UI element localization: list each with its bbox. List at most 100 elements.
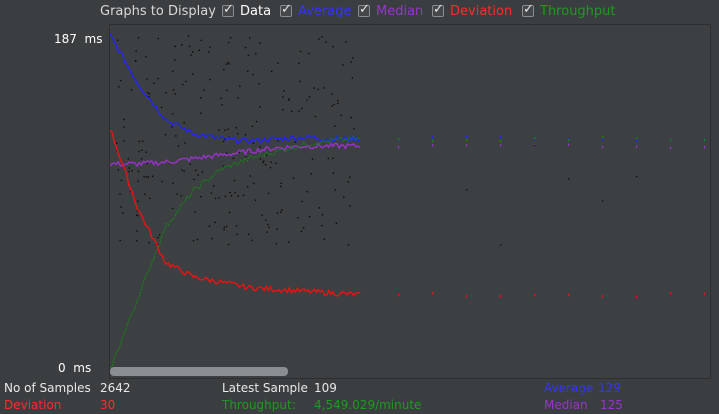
median-continuation-mark bbox=[568, 143, 570, 146]
data-point bbox=[318, 38, 320, 40]
checkbox-deviation[interactable]: Deviation bbox=[432, 2, 513, 19]
data-point bbox=[270, 161, 272, 163]
data-point bbox=[120, 79, 122, 82]
data-point bbox=[299, 50, 302, 53]
data-point bbox=[226, 89, 228, 92]
average-checkbox-box[interactable] bbox=[280, 2, 292, 17]
data-point bbox=[134, 59, 137, 62]
data-point bbox=[181, 169, 183, 171]
data-point bbox=[277, 62, 279, 64]
data-point bbox=[148, 241, 150, 244]
data-point bbox=[137, 170, 140, 173]
data-point bbox=[227, 61, 229, 64]
data-point bbox=[174, 45, 177, 48]
data-point bbox=[233, 179, 236, 182]
data-point bbox=[189, 163, 191, 165]
y-axis-min-label: 0 ms bbox=[58, 361, 91, 375]
data-point bbox=[235, 127, 238, 129]
data-point bbox=[192, 73, 194, 75]
data-point bbox=[164, 134, 167, 136]
samples-value: 2642 bbox=[100, 381, 131, 395]
data-point bbox=[252, 73, 254, 76]
data-point bbox=[157, 236, 159, 239]
data-point bbox=[345, 41, 347, 43]
latest-sample-value: 109 bbox=[314, 381, 337, 395]
data-point bbox=[259, 146, 261, 148]
throughput-colon: : bbox=[292, 398, 297, 412]
data-point bbox=[148, 92, 151, 95]
data-point bbox=[254, 199, 257, 201]
data-point bbox=[227, 243, 230, 246]
data-point bbox=[335, 222, 338, 224]
data-point bbox=[193, 178, 195, 180]
data-point bbox=[153, 82, 155, 84]
data-point bbox=[201, 171, 204, 173]
average-continuation-mark bbox=[500, 136, 502, 139]
throughput-continuation-mark bbox=[704, 138, 706, 142]
deviation-continuation-mark bbox=[602, 294, 604, 298]
median-continuation-mark bbox=[432, 143, 434, 147]
data-point bbox=[277, 140, 279, 142]
data-point bbox=[237, 97, 239, 99]
horizontal-scrollbar-thumb[interactable] bbox=[110, 367, 288, 376]
data-point bbox=[171, 207, 174, 210]
throughput-continuation-mark bbox=[398, 138, 400, 141]
data-point bbox=[251, 125, 254, 128]
data-point bbox=[147, 91, 149, 94]
data-point bbox=[323, 87, 325, 89]
data-point bbox=[297, 217, 299, 219]
data-point bbox=[235, 225, 238, 227]
average-series-line bbox=[109, 32, 361, 144]
data-point bbox=[267, 223, 269, 226]
deviation-checkbox-box[interactable] bbox=[432, 2, 444, 17]
deviation-checkbox-label: Deviation bbox=[450, 3, 513, 19]
data-point bbox=[200, 39, 202, 42]
throughput-checkbox-box[interactable] bbox=[522, 2, 534, 17]
data-point bbox=[128, 170, 130, 173]
data-point bbox=[220, 97, 222, 100]
checkbox-data[interactable]: Data bbox=[222, 2, 271, 19]
data-point bbox=[334, 189, 337, 191]
data-point bbox=[337, 99, 339, 102]
data-point bbox=[313, 87, 315, 89]
data-point bbox=[136, 230, 138, 232]
data-point bbox=[146, 78, 148, 80]
data-point bbox=[210, 192, 213, 194]
median-continuation-mark bbox=[500, 143, 502, 147]
data-checkbox-box[interactable] bbox=[222, 2, 234, 17]
data-point bbox=[294, 141, 297, 143]
deviation-continuation-mark bbox=[568, 293, 570, 297]
y-max-unit: ms bbox=[84, 32, 103, 46]
data-point bbox=[203, 89, 205, 91]
data-point bbox=[200, 97, 202, 99]
median-checkbox-box[interactable] bbox=[358, 2, 370, 17]
data-point bbox=[172, 113, 174, 115]
data-point bbox=[218, 129, 220, 131]
throughput-continuation-mark bbox=[432, 139, 434, 142]
data-point bbox=[190, 54, 192, 56]
data-point bbox=[466, 189, 468, 191]
data-point bbox=[352, 57, 354, 59]
data-point bbox=[181, 44, 183, 46]
data-point bbox=[213, 185, 215, 187]
data-point bbox=[209, 46, 211, 48]
data-point bbox=[116, 142, 118, 144]
data-point bbox=[142, 140, 144, 142]
data-point bbox=[331, 105, 333, 107]
data-point bbox=[224, 195, 227, 198]
data-point bbox=[298, 62, 300, 64]
checkbox-average[interactable]: Average bbox=[280, 2, 351, 19]
data-point bbox=[237, 195, 239, 197]
data-point bbox=[120, 179, 123, 182]
throughput-continuation-mark bbox=[670, 139, 672, 142]
data-point bbox=[288, 99, 290, 101]
data-point bbox=[147, 176, 150, 178]
data-point bbox=[118, 86, 120, 88]
throughput-series-line bbox=[109, 136, 361, 368]
data-point bbox=[171, 126, 173, 128]
data-point bbox=[159, 234, 161, 236]
data-point bbox=[283, 90, 285, 92]
checkbox-median[interactable]: Median bbox=[358, 2, 423, 19]
data-point bbox=[318, 207, 320, 209]
checkbox-throughput[interactable]: Throughput bbox=[522, 2, 616, 19]
